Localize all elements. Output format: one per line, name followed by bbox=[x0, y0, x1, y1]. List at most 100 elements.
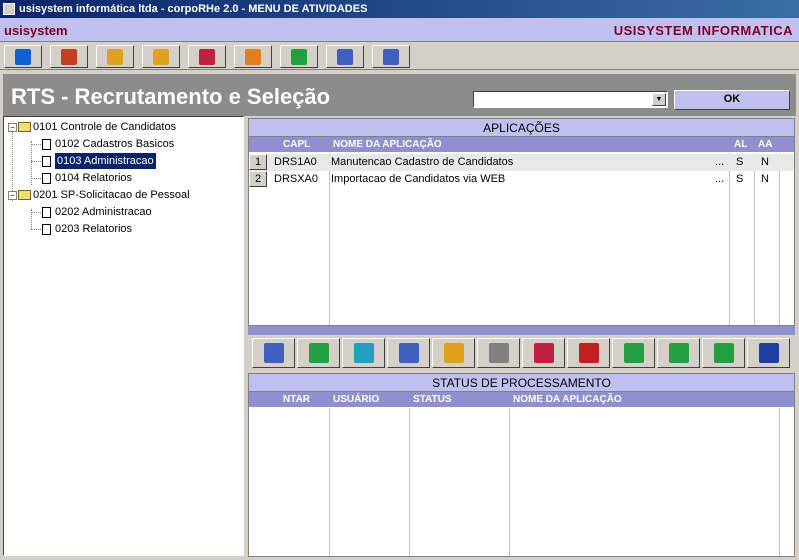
back-arrow-icon bbox=[15, 48, 31, 65]
col-nome[interactable]: NOME DA APLICAÇÃO bbox=[333, 139, 442, 150]
users-icon bbox=[61, 48, 77, 65]
col-al[interactable]: AL bbox=[734, 139, 747, 150]
brand-left: usisystem bbox=[4, 23, 68, 38]
word-doc-button[interactable] bbox=[747, 338, 790, 368]
brand-right: USISYSTEM INFORMATICA bbox=[613, 23, 793, 38]
tree-item-0103[interactable]: 0103 Administracao bbox=[42, 153, 156, 169]
tree-label: 0102 Cadastros Basicos bbox=[55, 138, 175, 150]
printer-button[interactable] bbox=[477, 338, 520, 368]
window-config-button[interactable] bbox=[372, 45, 410, 68]
panel-splitter[interactable] bbox=[248, 326, 795, 335]
window-settings-button[interactable] bbox=[387, 338, 430, 368]
tree-add-icon bbox=[308, 343, 329, 363]
tree-connector bbox=[31, 161, 41, 162]
window-settings-icon bbox=[398, 343, 419, 363]
col-usuario[interactable]: USUÁRIO bbox=[333, 394, 379, 405]
hand-button[interactable] bbox=[96, 45, 134, 68]
row-number[interactable]: 2 bbox=[249, 171, 267, 187]
undo-button[interactable] bbox=[567, 338, 610, 368]
table-row[interactable]: 1 DRS1A0 Manutencao Cadastro de Candidat… bbox=[249, 154, 794, 171]
document-icon bbox=[42, 172, 51, 184]
tree-label: 0203 Relatorios bbox=[55, 223, 133, 235]
tree-view-icon bbox=[263, 343, 284, 363]
tree-label: 0101 Controle de Candidatos bbox=[33, 121, 177, 133]
app-icon[interactable] bbox=[3, 3, 15, 15]
book-green-icon bbox=[291, 48, 307, 65]
word-doc-icon bbox=[758, 343, 779, 363]
prev-page-icon bbox=[668, 343, 689, 363]
exit-button[interactable] bbox=[142, 45, 180, 68]
tree-connector bbox=[31, 229, 41, 230]
window-config-icon bbox=[383, 48, 399, 65]
users-button[interactable] bbox=[50, 45, 88, 68]
window-title: usisystem informática ltda - corpoRHe 2.… bbox=[19, 3, 368, 15]
collapse-icon[interactable]: − bbox=[8, 122, 17, 132]
next-page-button[interactable] bbox=[612, 338, 655, 368]
document-icon bbox=[42, 155, 51, 167]
top-toolbar bbox=[0, 43, 799, 70]
column-divider bbox=[509, 408, 510, 556]
table-row[interactable]: 2 DRSXA0 Importacao de Candidatos via WE… bbox=[249, 171, 794, 188]
clock-button[interactable] bbox=[432, 338, 475, 368]
col-nome-app[interactable]: NOME DA APLICAÇÃO bbox=[513, 394, 622, 405]
tree-item-0102[interactable]: 0102 Cadastros Basicos bbox=[42, 136, 174, 152]
checklist-button[interactable] bbox=[188, 45, 226, 68]
tree-label: 0202 Administracao bbox=[55, 206, 152, 218]
folder-open-icon bbox=[18, 190, 31, 200]
module-tree: − 0101 Controle de Candidatos 0102 Cadas… bbox=[3, 116, 244, 556]
tree-connector bbox=[31, 144, 41, 145]
applications-header: CAPL NOME DA APLICAÇÃO AL AA bbox=[249, 137, 794, 152]
window-settings-button[interactable] bbox=[326, 45, 364, 68]
collapse-icon[interactable]: − bbox=[8, 190, 17, 200]
cell-nome: Importacao de Candidatos via WEB bbox=[331, 173, 506, 185]
cell-dots[interactable]: ... bbox=[715, 171, 724, 188]
cell-capl: DRS1A0 bbox=[274, 156, 317, 168]
status-title: STATUS DE PROCESSAMENTO bbox=[249, 374, 794, 392]
cell-aa: N bbox=[761, 173, 769, 185]
actions-toolbar bbox=[248, 336, 795, 372]
tree-item-0202[interactable]: 0202 Administracao bbox=[42, 204, 152, 220]
tree-item-0104[interactable]: 0104 Relatorios bbox=[42, 170, 132, 186]
back-arrow-button[interactable] bbox=[4, 45, 42, 68]
redo-button[interactable] bbox=[702, 338, 745, 368]
row-number[interactable]: 1 bbox=[249, 154, 267, 170]
book-orange-icon bbox=[245, 48, 261, 65]
col-ntar[interactable]: NTAR bbox=[283, 394, 310, 405]
document-icon bbox=[42, 206, 51, 218]
col-status[interactable]: STATUS bbox=[413, 394, 452, 405]
checklist-icon bbox=[199, 48, 215, 65]
column-divider bbox=[409, 408, 410, 556]
window-settings-icon bbox=[337, 48, 353, 65]
refresh-button[interactable] bbox=[342, 338, 385, 368]
hand-icon bbox=[107, 48, 123, 65]
clock-icon bbox=[443, 343, 464, 363]
printer-icon bbox=[488, 343, 509, 363]
tree-folder-0201[interactable]: − 0201 SP-Solicitacao de Pessoal bbox=[8, 187, 190, 203]
col-capl[interactable]: CAPL bbox=[283, 139, 310, 150]
cell-dots[interactable]: ... bbox=[715, 154, 724, 171]
tree-label: 0104 Relatorios bbox=[55, 172, 133, 184]
tree-label-selected: 0103 Administracao bbox=[55, 153, 156, 169]
tree-item-0203[interactable]: 0203 Relatorios bbox=[42, 221, 132, 237]
book-green-button[interactable] bbox=[280, 45, 318, 68]
upload-doc-button[interactable] bbox=[522, 338, 565, 368]
status-panel: STATUS DE PROCESSAMENTO NTAR USUÁRIO STA… bbox=[248, 373, 795, 557]
brand-bar: usisystem USISYSTEM INFORMATICA bbox=[0, 18, 799, 42]
tree-add-button[interactable] bbox=[297, 338, 340, 368]
tree-folder-0101[interactable]: − 0101 Controle de Candidatos bbox=[8, 119, 176, 135]
document-icon bbox=[42, 223, 51, 235]
col-aa[interactable]: AA bbox=[758, 139, 772, 150]
tree-label: 0201 SP-Solicitacao de Pessoal bbox=[33, 189, 190, 201]
module-combo[interactable]: ▼ bbox=[473, 91, 668, 108]
folder-open-icon bbox=[18, 122, 31, 132]
prev-page-button[interactable] bbox=[657, 338, 700, 368]
column-divider bbox=[779, 408, 780, 556]
tree-view-button[interactable] bbox=[252, 338, 295, 368]
chevron-down-icon[interactable]: ▼ bbox=[652, 93, 666, 106]
tree-connector bbox=[31, 178, 41, 179]
ok-button[interactable]: OK bbox=[674, 90, 790, 110]
cell-al: S bbox=[736, 173, 744, 185]
book-orange-button[interactable] bbox=[234, 45, 272, 68]
window-titlebar: usisystem informática ltda - corpoRHe 2.… bbox=[0, 0, 799, 18]
cell-al: S bbox=[736, 156, 744, 168]
